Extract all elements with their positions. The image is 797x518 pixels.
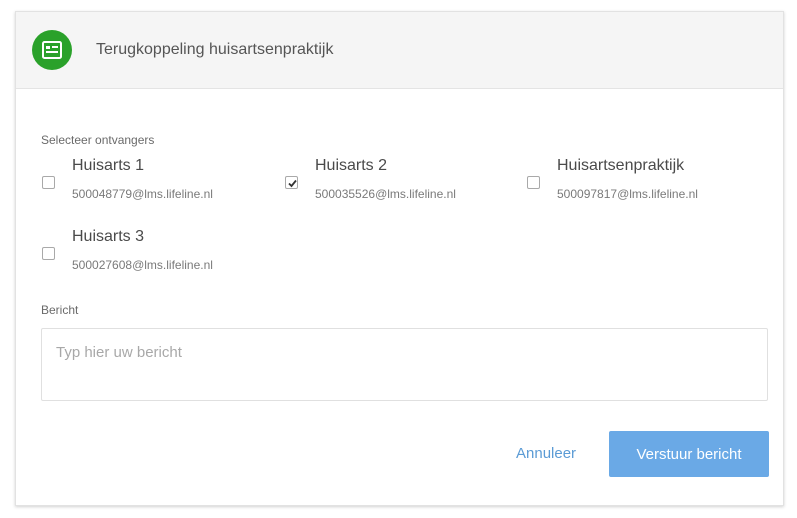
message-card-icon [32, 30, 72, 70]
dialog-title: Terugkoppeling huisartsenpraktijk [96, 41, 334, 58]
recipient-checkbox[interactable] [42, 176, 55, 189]
recipient-huisarts-2[interactable]: Huisarts 2 500035526@lms.lifeline.nl [285, 157, 515, 207]
recipient-huisarts-1[interactable]: Huisarts 1 500048779@lms.lifeline.nl [42, 157, 272, 207]
recipient-name: Huisarts 1 [72, 157, 145, 174]
recipient-email: 500097817@lms.lifeline.nl [557, 187, 698, 201]
recipient-name: Huisartsenpraktijk [557, 157, 685, 174]
cancel-link[interactable]: Annuleer [516, 445, 576, 462]
recipient-name: Huisarts 3 [72, 228, 145, 245]
recipient-huisarts-3[interactable]: Huisarts 3 500027608@lms.lifeline.nl [42, 228, 272, 278]
recipient-checkbox[interactable] [285, 176, 298, 189]
dialog-header: Terugkoppeling huisartsenpraktijk [16, 12, 783, 89]
recipients-label: Selecteer ontvangers [41, 133, 155, 147]
recipient-email: 500035526@lms.lifeline.nl [315, 187, 456, 201]
message-input[interactable] [41, 328, 768, 401]
send-message-button[interactable]: Verstuur bericht [609, 431, 769, 477]
message-label: Bericht [41, 303, 79, 317]
recipient-name: Huisarts 2 [315, 157, 388, 174]
recipient-checkbox[interactable] [527, 176, 540, 189]
recipient-email: 500027608@lms.lifeline.nl [72, 258, 213, 272]
recipient-huisartsenpraktijk[interactable]: Huisartsenpraktijk 500097817@lms.lifelin… [527, 157, 757, 207]
recipient-checkbox[interactable] [42, 247, 55, 260]
recipient-email: 500048779@lms.lifeline.nl [72, 187, 213, 201]
feedback-dialog: Terugkoppeling huisartsenpraktijk Select… [15, 11, 784, 506]
